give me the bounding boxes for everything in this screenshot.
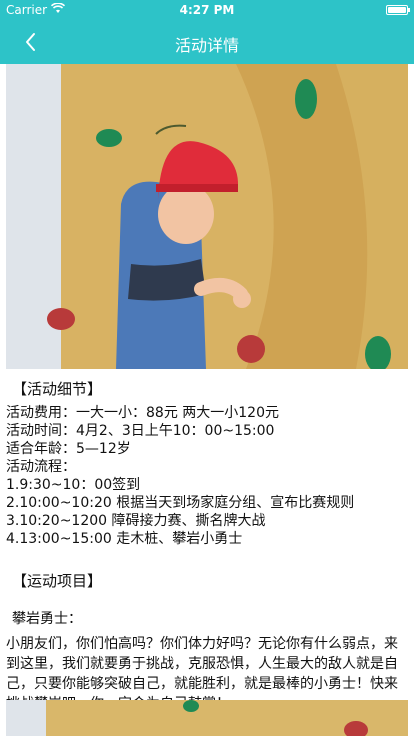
details-line: 活动时间：4月2、3日上午10：00~15:00 [6, 423, 275, 439]
page-title: 活动详情 [174, 36, 239, 55]
status-bar: Carrier 4:27 PM [0, 0, 414, 20]
status-time: 4:27 PM [179, 3, 235, 17]
details-line: 4.13:00~15:00 走木桩、攀岩小勇士 [6, 531, 243, 547]
battery-icon [386, 5, 410, 15]
details-line: 活动流程： [6, 459, 76, 475]
navigation-bar: 活动详情 [0, 20, 414, 64]
details-heading: 【活动细节】 [12, 380, 103, 398]
activity-content: 【活动细节】 活动费用：一大一小：88元 两大一小120元 活动时间：4月2、3… [0, 372, 414, 714]
projects-heading: 【运动项目】 [12, 572, 103, 590]
hero-image [6, 64, 408, 369]
details-list: 活动费用：一大一小：88元 两大一小120元 活动时间：4月2、3日上午10：0… [6, 404, 408, 548]
secondary-image [6, 700, 408, 736]
details-line: 2.10:00~10:20 根据当天到场家庭分组、宣布比赛规则 [6, 495, 355, 511]
details-line: 适合年龄：5—12岁 [6, 441, 131, 457]
details-line: 1.9:30~10：00签到 [6, 477, 141, 493]
details-line: 活动费用：一大一小：88元 两大一小120元 [6, 405, 279, 421]
project-subtitle: 攀岩勇士： [12, 611, 82, 627]
details-line: 3.10:20~1200 障碍接力赛、撕名牌大战 [6, 513, 266, 529]
